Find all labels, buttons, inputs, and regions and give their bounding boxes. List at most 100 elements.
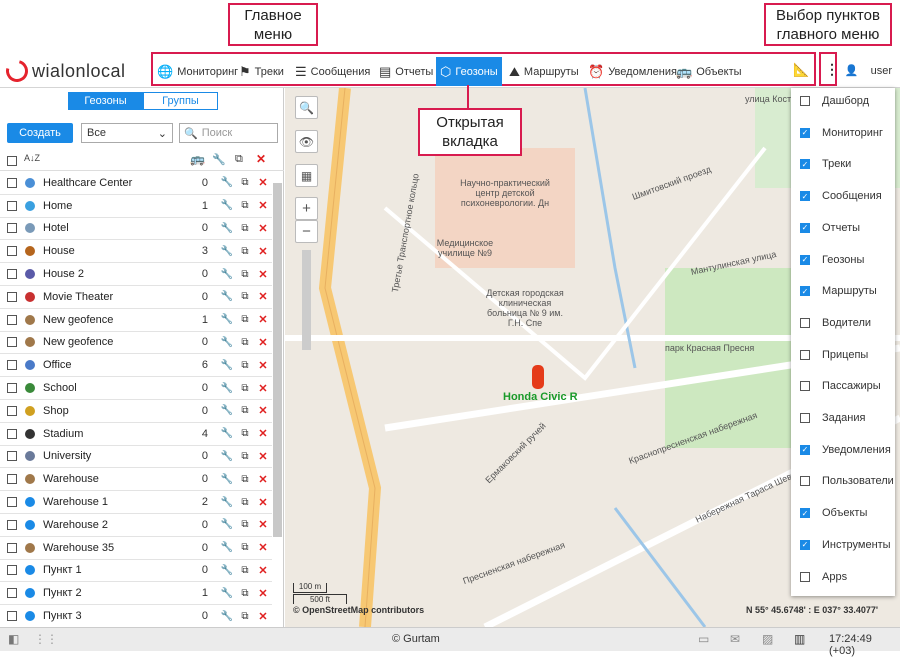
car-icon[interactable] <box>532 365 544 389</box>
list-item[interactable]: Warehouse 1 2 🔧 ⧉ ✕ <box>0 491 272 514</box>
menu-item[interactable]: ✓ Маршруты <box>791 281 895 301</box>
wrench-icon[interactable]: 🔧 <box>218 611 236 622</box>
tab-6[interactable]: ⏰ Уведомления <box>584 57 677 86</box>
wrench-icon[interactable]: 🔧 <box>218 269 236 280</box>
copy-icon[interactable]: ⧉ <box>236 177 254 188</box>
wrench-icon[interactable]: 🔧 <box>218 497 236 508</box>
scrollbar[interactable] <box>273 183 282 537</box>
mail-icon[interactable]: ✉ <box>730 632 740 646</box>
delete-icon[interactable]: ✕ <box>254 313 272 326</box>
menu-item[interactable]: Apps <box>791 567 895 587</box>
menu-item-checkbox[interactable]: ✓ <box>800 222 810 233</box>
menu-item[interactable]: ✓ Объекты <box>791 503 895 523</box>
wrench-icon[interactable]: 🔧 <box>218 474 236 485</box>
delete-icon[interactable]: ✕ <box>254 518 272 531</box>
menu-item[interactable]: ✓ Инструменты <box>791 535 895 555</box>
tab-geofences[interactable]: Геозоны <box>68 92 143 110</box>
zoom-out-icon[interactable]: − <box>295 220 318 243</box>
row-checkbox[interactable] <box>7 588 17 599</box>
wrench-icon[interactable]: 🔧 <box>218 291 236 302</box>
row-checkbox[interactable] <box>7 428 17 439</box>
delete-icon[interactable]: ✕ <box>254 404 272 417</box>
tab-1[interactable]: ⚑ Треки <box>235 57 287 86</box>
delete-icon[interactable]: ✕ <box>254 541 272 554</box>
row-checkbox[interactable] <box>7 611 17 622</box>
wrench-icon[interactable]: 🔧 <box>218 405 236 416</box>
row-checkbox[interactable] <box>7 383 17 394</box>
copy-icon[interactable]: ⧉ <box>236 519 254 530</box>
copy-icon[interactable]: ⧉ <box>236 269 254 280</box>
list-item[interactable]: Warehouse 35 0 🔧 ⧉ ✕ <box>0 537 272 560</box>
menu-item[interactable]: ✓ Треки <box>791 154 895 174</box>
row-checkbox[interactable] <box>7 405 17 416</box>
copy-icon[interactable]: ⧉ <box>236 200 254 211</box>
row-checkbox[interactable] <box>7 337 17 348</box>
row-checkbox[interactable] <box>7 200 17 211</box>
wrench-icon[interactable]: 🔧 <box>218 360 236 371</box>
zoom-slider[interactable] <box>302 250 311 350</box>
tab-4[interactable]: ⬡ Геозоны <box>436 57 502 86</box>
wrench-icon[interactable]: 🔧 <box>218 542 236 553</box>
copy-icon[interactable]: ⧉ <box>236 428 254 439</box>
wrench-icon[interactable]: 🔧 <box>218 200 236 211</box>
delete-icon[interactable]: ✕ <box>254 427 272 440</box>
copy-icon[interactable]: ⧉ <box>236 588 254 599</box>
menu-item-checkbox[interactable] <box>800 317 810 328</box>
menu-item-checkbox[interactable]: ✓ <box>800 444 810 455</box>
menu-item[interactable]: Прицепы <box>791 345 895 365</box>
list-item[interactable]: Пункт 2 1 🔧 ⧉ ✕ <box>0 582 272 606</box>
menu-item-checkbox[interactable] <box>800 349 810 360</box>
copy-icon[interactable]: ⧉ <box>236 497 254 508</box>
list-item[interactable]: Movie Theater 0 🔧 ⧉ ✕ <box>0 286 272 309</box>
delete-icon[interactable]: ✕ <box>254 290 272 303</box>
copy-icon[interactable]: ⧉ <box>236 223 254 234</box>
delete-icon[interactable]: ✕ <box>254 496 272 509</box>
delete-icon[interactable]: ✕ <box>254 245 272 258</box>
tools-icon[interactable]: 📐 <box>793 62 809 78</box>
zoom-in-icon[interactable]: + <box>295 197 318 220</box>
delete-icon[interactable]: ✕ <box>254 587 272 600</box>
delete-icon[interactable]: ✕ <box>254 336 272 349</box>
list-item[interactable]: University 0 🔧 ⧉ ✕ <box>0 446 272 469</box>
list-item[interactable]: Hotel 0 🔧 ⧉ ✕ <box>0 218 272 241</box>
wrench-icon[interactable]: 🔧 <box>218 177 236 188</box>
tab-7[interactable]: 🚌 Объекты <box>672 57 742 86</box>
menu-item-checkbox[interactable] <box>800 96 810 106</box>
delete-icon[interactable]: ✕ <box>254 564 272 577</box>
user-menu[interactable]: 👤 user <box>845 64 892 78</box>
copy-icon[interactable]: ⧉ <box>236 246 254 257</box>
menu-item[interactable]: Водители <box>791 313 895 333</box>
tab-2[interactable]: ☰ Сообщения <box>291 57 371 86</box>
row-checkbox[interactable] <box>7 497 17 508</box>
delete-icon[interactable]: ✕ <box>254 610 272 623</box>
copy-icon[interactable]: ⧉ <box>236 611 254 622</box>
wrench-icon[interactable]: 🔧 <box>218 428 236 439</box>
row-checkbox[interactable] <box>7 269 17 280</box>
menu-item-checkbox[interactable]: ✓ <box>800 508 810 519</box>
menu-item-checkbox[interactable]: ✓ <box>800 539 810 550</box>
wrench-icon[interactable]: 🔧 <box>218 451 236 462</box>
menu-item[interactable]: ✓ Мониторинг <box>791 123 895 143</box>
list-item[interactable]: New geofence 0 🔧 ⧉ ✕ <box>0 332 272 355</box>
unit-label[interactable]: Honda Civic R <box>503 391 578 403</box>
eye-icon[interactable]: 👁 <box>295 130 318 153</box>
copy-icon[interactable]: ⧉ <box>236 542 254 553</box>
list-item[interactable]: Warehouse 2 0 🔧 ⧉ ✕ <box>0 514 272 537</box>
menu-item-checkbox[interactable]: ✓ <box>800 286 810 297</box>
wrench-icon[interactable]: 🔧 <box>218 519 236 530</box>
search-input[interactable]: 🔍 Поиск <box>179 123 278 143</box>
row-checkbox[interactable] <box>7 451 17 462</box>
layers-icon[interactable]: ▦ <box>295 164 318 187</box>
row-checkbox[interactable] <box>7 177 17 188</box>
copy-icon[interactable]: ⧉ <box>236 337 254 348</box>
menu-item-checkbox[interactable]: ✓ <box>800 254 810 265</box>
wrench-icon[interactable]: 🔧 <box>218 337 236 348</box>
row-checkbox[interactable] <box>7 246 17 257</box>
row-checkbox[interactable] <box>7 474 17 485</box>
row-checkbox[interactable] <box>7 291 17 302</box>
tab-0[interactable]: 🌐 Мониторинг <box>153 57 238 86</box>
image-icon[interactable]: ▨ <box>762 632 773 646</box>
delete-icon[interactable]: ✕ <box>254 268 272 281</box>
wrench-icon[interactable]: 🔧 <box>218 383 236 394</box>
panel-icon[interactable]: ▥ <box>794 632 805 646</box>
